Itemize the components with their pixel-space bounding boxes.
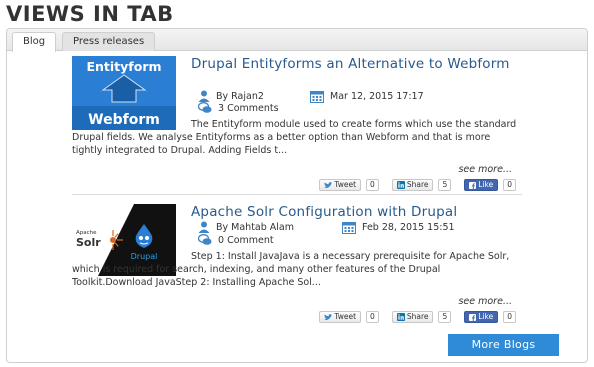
blog-post: Entityform Webform Drupal Entityforms an… <box>72 56 520 192</box>
share-label: Share <box>406 312 429 321</box>
see-more-link[interactable]: see more... <box>458 296 512 307</box>
post-title-link[interactable]: Apache Solr Configuration with Drupal <box>191 204 511 220</box>
share-buttons: Tweet 0 Share 5 Like 0 <box>319 179 516 191</box>
post-date: Mar 12, 2015 17:17 <box>310 90 424 103</box>
blog-post: Apache Solr Drupal Apache Solr Configura… <box>72 204 520 328</box>
like-label: Like <box>478 312 494 321</box>
facebook-like-button[interactable]: Like <box>464 311 499 323</box>
tweet-count: 0 <box>366 311 379 323</box>
solr-text: Solr <box>76 236 101 249</box>
calendar-icon <box>310 91 324 103</box>
linkedin-icon <box>396 313 405 321</box>
post-divider <box>72 194 522 195</box>
tweet-label: Tweet <box>334 312 357 321</box>
share-buttons: Tweet 0 Share 5 Like 0 <box>319 311 516 323</box>
author-name: By Rajan2 <box>216 90 264 102</box>
tweet-count: 0 <box>366 179 379 191</box>
post-date: Feb 28, 2015 15:51 <box>342 221 455 234</box>
facebook-icon <box>469 181 477 189</box>
like-label: Like <box>478 180 494 189</box>
post-author: By Mahtab Alam <box>198 221 294 233</box>
facebook-like-button[interactable]: Like <box>464 179 499 191</box>
post-excerpt: The Entityform module used to create for… <box>72 119 517 156</box>
post-excerpt: Step 1: Install JavaJava is a necessary … <box>72 251 510 288</box>
more-blogs-button[interactable]: More Blogs <box>448 334 559 356</box>
linkedin-icon <box>396 181 405 189</box>
facebook-icon <box>469 313 477 321</box>
tab-press-releases[interactable]: Press releases <box>62 32 156 51</box>
tweet-button[interactable]: Tweet <box>319 311 362 323</box>
date-text: Feb 28, 2015 15:51 <box>362 222 455 233</box>
date-text: Mar 12, 2015 17:17 <box>330 91 424 102</box>
see-more-link[interactable]: see more... <box>458 164 512 175</box>
author-name: By Mahtab Alam <box>216 221 295 233</box>
like-count: 0 <box>503 179 516 191</box>
page-title: VIEWS IN TAB <box>6 2 174 26</box>
comments-count: 0 Comment <box>218 234 274 246</box>
comments-count: 3 Comments <box>218 102 279 114</box>
tweet-button[interactable]: Tweet <box>319 179 362 191</box>
twitter-icon <box>324 181 333 188</box>
tweet-label: Tweet <box>334 180 357 189</box>
post-title-link[interactable]: Drupal Entityforms an Alternative to Web… <box>191 56 511 72</box>
like-count: 0 <box>503 311 516 323</box>
thumb-top-text: Entityform <box>86 59 161 74</box>
linkedin-share-button[interactable]: Share <box>391 311 434 323</box>
comments-icon <box>198 234 212 245</box>
twitter-icon <box>324 313 333 320</box>
post-comments[interactable]: 3 Comments <box>198 102 279 114</box>
post-comments[interactable]: 0 Comment <box>198 234 274 246</box>
share-count: 5 <box>438 311 452 323</box>
tab-blog[interactable]: Blog <box>12 32 57 52</box>
share-count: 5 <box>438 179 452 191</box>
user-icon <box>198 221 210 233</box>
linkedin-share-button[interactable]: Share <box>391 179 434 191</box>
user-icon <box>198 90 210 102</box>
calendar-icon <box>342 222 356 234</box>
share-label: Share <box>406 180 429 189</box>
tab-strip: Blog Press releases <box>7 29 587 52</box>
post-author: By Rajan2 <box>198 90 264 102</box>
comments-icon <box>198 102 212 113</box>
